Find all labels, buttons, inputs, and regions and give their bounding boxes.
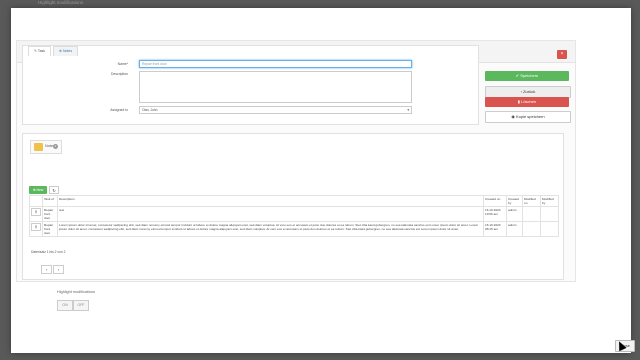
modal-dialog: Task Repair front door × ✎ Task ⊕ Notes …	[11, 8, 635, 353]
copy-icon: ◉	[511, 114, 515, 119]
col-header-modified-by[interactable]: Modified by	[540, 195, 559, 207]
pagination: ‹ ›	[41, 265, 64, 274]
description-label: Description	[111, 72, 128, 76]
created-on-cell: 16.10.2020 10:06 am	[483, 206, 507, 222]
description-field[interactable]	[139, 71, 412, 103]
highlight-label: Highlight modifications	[57, 290, 95, 294]
delete-button[interactable]: ▮ Löschen	[485, 97, 569, 107]
save-button[interactable]: ✔ Speichern	[485, 71, 569, 81]
tab-notes-label: Notes	[62, 49, 73, 53]
description-cell: test	[57, 206, 484, 222]
back-label: Zurück	[523, 89, 536, 94]
description-cell: Lorem ipsum dolor sit amet, consetetur s…	[57, 221, 484, 237]
task-form: ✎ Task ⊕ Notes Name* Repair front door D…	[22, 45, 479, 125]
row-action-cell: ⚲	[29, 221, 43, 237]
col-header-task-of[interactable]: Task of	[42, 195, 58, 207]
created-by-cell: admin	[506, 206, 523, 222]
name-placeholder: Repair front door	[142, 62, 167, 66]
search-icon[interactable]: ⚲	[31, 208, 41, 216]
col-header-created-on[interactable]: Created on	[483, 195, 507, 207]
col-header-action	[29, 195, 43, 207]
folder-icon	[34, 143, 43, 151]
new-label: New	[36, 188, 44, 192]
task-of-cell: Repair front door	[42, 206, 58, 222]
tab-task[interactable]: ✎ Task	[28, 46, 52, 56]
notes-table: Task of Description Created on Created b…	[29, 195, 559, 237]
tab-notes[interactable]: ⊕ Notes	[53, 46, 79, 56]
trash-icon: ▮	[517, 99, 520, 104]
row-action-cell: ⚲	[29, 206, 43, 222]
modified-by-cell	[540, 221, 559, 237]
tab-task-label: Task	[37, 49, 46, 53]
highlight-toggle: ON OFF	[57, 300, 89, 311]
highlight-off-button[interactable]: OFF	[73, 300, 89, 311]
modified-on-cell	[522, 206, 541, 222]
chevron-down-icon: ▾	[407, 108, 409, 112]
save-label: Speichern	[520, 73, 539, 78]
refresh-button[interactable]: ↻	[49, 186, 59, 194]
table-header-row: Task of Description Created on Created b…	[29, 195, 559, 207]
assigned-label: Assigned to	[110, 108, 128, 112]
notes-count-badge: 2	[53, 144, 58, 149]
search-icon[interactable]: ⚲	[31, 223, 41, 231]
next-page-button[interactable]: ›	[53, 265, 64, 274]
refresh-icon: ↻	[52, 188, 56, 193]
col-header-description[interactable]: Description	[57, 195, 484, 207]
copy-save-button[interactable]: ◉ Kopie speichern	[485, 111, 571, 123]
back-icon: ‹	[520, 89, 522, 94]
col-header-modified-on[interactable]: Modified on	[522, 195, 541, 207]
name-label: Name*	[117, 62, 128, 66]
table-footer-info: Datensatz 1 bis 2 von 2	[31, 250, 66, 254]
highlight-on-button[interactable]: ON	[57, 300, 73, 311]
delete-label: Löschen	[521, 99, 537, 104]
notes-relation-tab[interactable]: Notes 2	[30, 140, 62, 154]
copy-label: Kopie speichern	[515, 114, 545, 119]
table-row[interactable]: ⚲ Repair front door Lorem ipsum dolor si…	[29, 221, 559, 237]
prev-page-button[interactable]: ‹	[41, 265, 52, 274]
plus-icon: ⊕	[32, 188, 36, 192]
modified-on-cell	[522, 221, 541, 237]
new-note-button[interactable]: ⊕ New	[29, 186, 47, 194]
close-icon[interactable]: ×	[557, 50, 567, 59]
col-header-created-by[interactable]: Created by	[506, 195, 523, 207]
modal-top-cut-label: Highlight modifications	[38, 0, 84, 5]
task-of-cell: Repair front door	[42, 221, 58, 237]
assigned-value: Olav, John	[142, 108, 158, 112]
check-icon: ✔	[515, 73, 520, 78]
name-field[interactable]: Repair front door	[139, 60, 412, 68]
modified-by-cell	[540, 206, 559, 222]
created-by-cell: admin	[506, 221, 523, 237]
created-on-cell: 16.10.2020 08:15 am	[483, 221, 507, 237]
assigned-select[interactable]: Olav, John ▾	[139, 106, 412, 114]
table-row[interactable]: ⚲ Repair front door test 16.10.2020 10:0…	[29, 206, 559, 222]
